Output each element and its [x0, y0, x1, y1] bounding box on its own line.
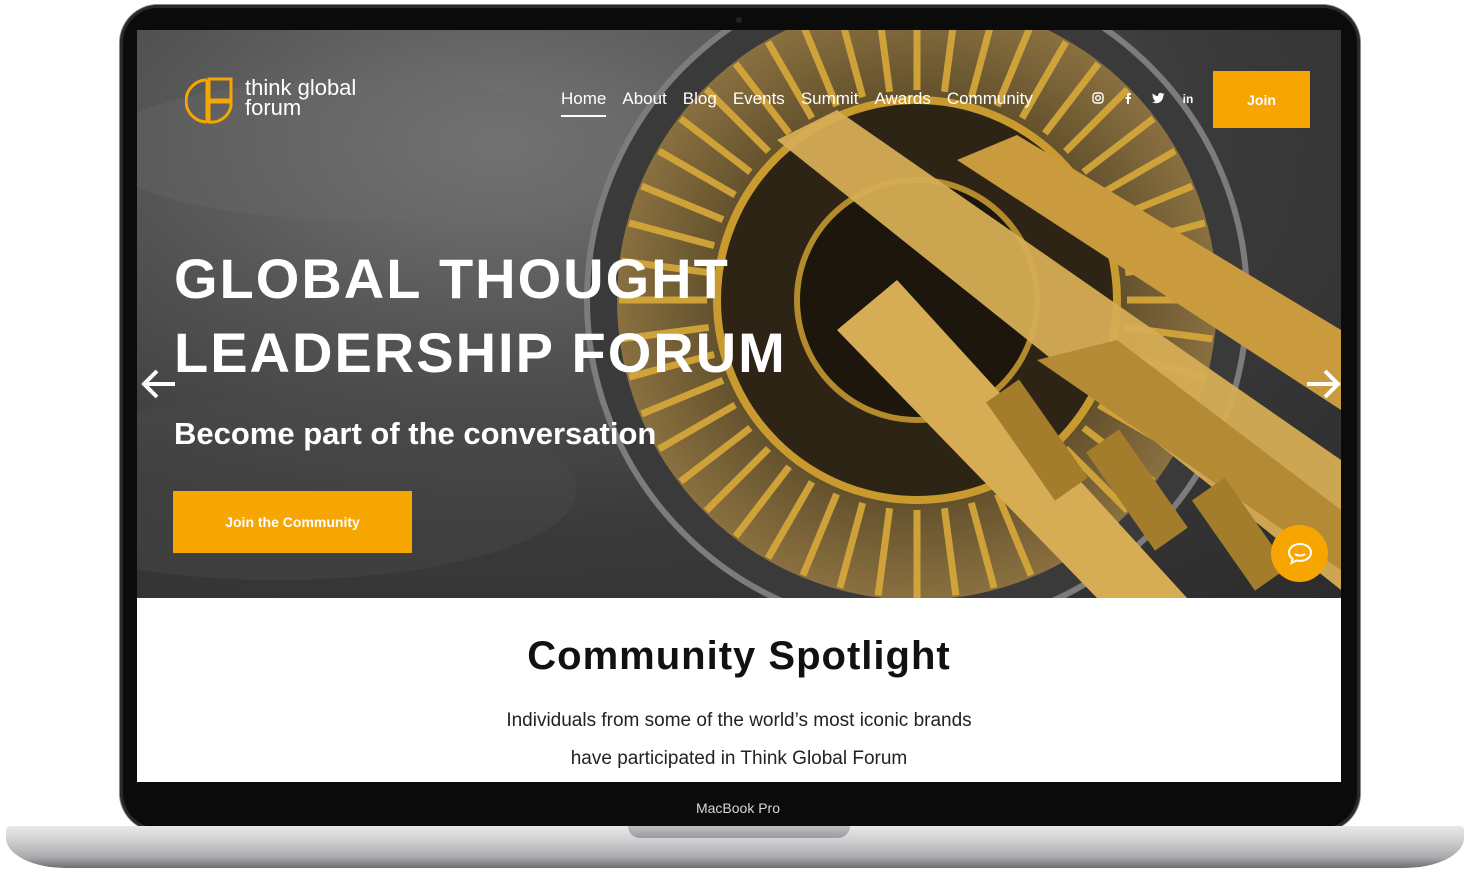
chat-button[interactable] — [1271, 525, 1328, 582]
nav-about[interactable]: About — [622, 89, 666, 117]
chat-bubble-icon — [1287, 542, 1312, 565]
facebook-icon[interactable] — [1113, 92, 1143, 107]
device-label: MacBook Pro — [695, 800, 781, 816]
nav-community[interactable]: Community — [947, 89, 1033, 117]
spotlight-description: Individuals from some of the world’s mos… — [137, 702, 1341, 778]
social-links: in — [1083, 92, 1203, 107]
join-button[interactable]: Join — [1213, 71, 1310, 128]
site-logo[interactable]: think global forum — [184, 76, 385, 126]
spotlight-desc-line1: Individuals from some of the world’s mos… — [506, 710, 972, 731]
nav-blog[interactable]: Blog — [683, 89, 717, 117]
logo-mark-icon — [184, 77, 233, 124]
arrow-right-icon[interactable] — [1303, 364, 1341, 404]
hero-subheadline: Become part of the conversation — [174, 416, 657, 451]
laptop-notch — [628, 826, 850, 838]
logo-text: think global forum — [245, 77, 356, 120]
camera-dot — [736, 17, 742, 23]
twitter-icon[interactable] — [1143, 92, 1173, 107]
main-nav: Home About Blog Events Summit Awards Com… — [561, 89, 1049, 117]
hero-headline: GLOBAL THOUGHT LEADERSHIP FORUM — [174, 242, 934, 390]
spotlight-title: Community Spotlight — [527, 634, 951, 678]
arrow-left-icon[interactable] — [139, 364, 179, 404]
nav-home[interactable]: Home — [561, 89, 607, 117]
join-community-button[interactable]: Join the Community — [173, 491, 412, 553]
linkedin-icon[interactable]: in — [1173, 92, 1203, 107]
browser-screen: think global forum Home About Blog Event… — [137, 30, 1341, 782]
nav-awards[interactable]: Awards — [874, 89, 930, 117]
instagram-icon[interactable] — [1083, 92, 1113, 107]
logo-line2: forum — [245, 95, 302, 120]
nav-events[interactable]: Events — [733, 89, 785, 117]
hero-headline-line1: GLOBAL THOUGHT — [174, 247, 730, 310]
hero-section: think global forum Home About Blog Event… — [137, 30, 1341, 598]
hero-headline-line2: LEADERSHIP FORUM — [174, 321, 787, 384]
nav-summit[interactable]: Summit — [801, 89, 859, 117]
spotlight-desc-line2: have participated in Think Global Forum — [570, 748, 908, 769]
